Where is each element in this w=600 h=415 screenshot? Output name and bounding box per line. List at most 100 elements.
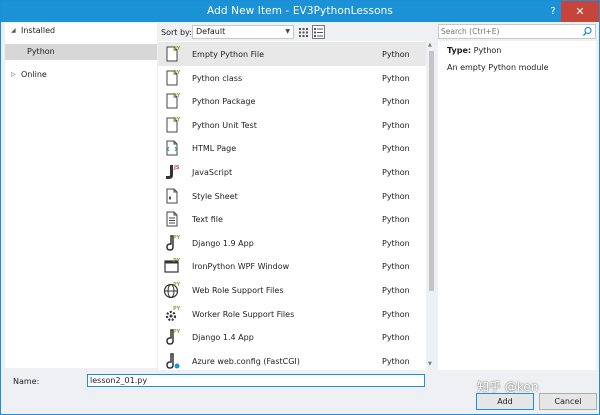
template-type: Python	[382, 73, 410, 83]
sort-by-label: Sort by:	[161, 28, 192, 37]
django-app-icon: PY	[163, 328, 181, 346]
template-list: PY Empty Python File Python PY Python class P…	[158, 41, 426, 370]
template-list-scrollbar[interactable]: ▲ ▼	[427, 41, 436, 370]
svg-text:PY: PY	[173, 306, 181, 312]
template-row[interactable]: PY Django 1.9 App Python	[158, 231, 426, 255]
template-name: HTML Page	[192, 144, 237, 154]
cancel-button[interactable]: Cancel	[539, 393, 597, 410]
template-row[interactable]: PY Django 1.4 App Python	[158, 325, 426, 349]
template-name: Azure web.config (FastCGI)	[192, 356, 300, 366]
search-icon[interactable]	[582, 25, 593, 38]
python-file-icon: PY	[163, 92, 181, 110]
grid-view-icon	[299, 28, 308, 37]
name-label: Name:	[13, 377, 40, 386]
sort-by-value: Default	[196, 27, 226, 36]
tree-item-label: Online	[21, 70, 47, 79]
template-type: Python	[382, 191, 410, 201]
list-view-icon	[314, 28, 323, 37]
detail-type-value: Python	[473, 46, 502, 55]
template-type: Python	[382, 215, 410, 225]
close-button[interactable]: ✕	[561, 1, 599, 22]
svg-text:PY: PY	[173, 258, 181, 264]
template-name: Style Sheet	[192, 191, 238, 201]
globe-icon: PY	[163, 281, 181, 299]
svg-text:JS: JS	[173, 165, 180, 171]
template-row[interactable]: Text file Python	[158, 207, 426, 231]
template-tree: ◢ Installed Python ▷ Online	[5, 23, 157, 368]
detail-type: Type: Python	[447, 46, 501, 55]
search-input[interactable]	[441, 25, 579, 38]
html-page-icon	[163, 139, 181, 157]
python-file-icon: PY	[163, 45, 181, 63]
template-type: Python	[382, 120, 410, 130]
python-file-icon: PY	[163, 69, 181, 87]
template-name: JavaScript	[192, 168, 233, 177]
dialog-title: Add New Item - EV3PythonLessons	[207, 5, 393, 17]
template-row[interactable]: HTML Page Python	[158, 136, 426, 160]
webconfig-icon	[163, 352, 181, 370]
template-name: Python class	[192, 73, 243, 83]
template-row[interactable]: PY Web Role Support Files Python	[158, 278, 426, 302]
details-panel: Type: Python An empty Python module	[438, 41, 596, 370]
gear-icon: PY	[163, 305, 181, 323]
template-name: Text file	[192, 215, 223, 225]
javascript-file-icon: JS	[163, 163, 181, 181]
list-view-button[interactable]	[312, 25, 325, 39]
expanded-arrow-icon[interactable]: ◢	[11, 23, 16, 39]
template-type: Python	[382, 50, 410, 59]
template-name: Django 1.4 App	[192, 333, 254, 343]
wpf-window-icon: PY	[163, 257, 181, 275]
text-file-icon	[163, 210, 181, 228]
python-file-icon: PY	[163, 116, 181, 134]
svg-text:PY: PY	[173, 117, 181, 123]
template-name: Empty Python File	[192, 50, 264, 59]
template-name: Web Role Support Files	[192, 286, 284, 295]
collapsed-arrow-icon[interactable]: ▷	[11, 67, 16, 83]
template-type: Python	[382, 144, 410, 154]
template-type: Python	[382, 309, 410, 319]
template-name: IronPython WPF Window	[192, 262, 290, 272]
django-app-icon: PY	[163, 234, 181, 252]
title-bar: Add New Item - EV3PythonLessons ? ✕	[1, 1, 599, 22]
detail-description: An empty Python module	[447, 63, 549, 72]
sort-by-dropdown[interactable]: Default ▼	[192, 25, 294, 39]
template-row[interactable]: PY Worker Role Support Files Python	[158, 302, 426, 326]
template-row[interactable]: PY Python Unit Test Python	[158, 113, 426, 137]
add-button[interactable]: Add	[476, 393, 534, 410]
template-row[interactable]: Style Sheet Python	[158, 184, 426, 208]
template-type: Python	[382, 333, 410, 343]
template-type: Python	[382, 168, 410, 177]
template-row[interactable]: Azure web.config (FastCGI) Python	[158, 349, 426, 370]
scroll-thumb[interactable]	[429, 51, 434, 291]
add-new-item-dialog: Add New Item - EV3PythonLessons ? ✕ ◢ In…	[0, 0, 600, 415]
detail-type-label: Type:	[447, 46, 472, 55]
search-box[interactable]	[438, 24, 596, 39]
template-row[interactable]: PY Python class Python	[158, 66, 426, 90]
svg-text:PY: PY	[173, 46, 181, 52]
template-type: Python	[382, 356, 410, 366]
template-row[interactable]: PY Empty Python File Python	[158, 42, 426, 66]
svg-text:PY: PY	[173, 93, 181, 99]
template-row[interactable]: PY Python Package Python	[158, 89, 426, 113]
scroll-down-icon[interactable]: ▼	[428, 361, 432, 367]
stylesheet-icon	[163, 187, 181, 205]
template-type: Python	[382, 238, 410, 248]
chevron-down-icon: ▼	[285, 28, 290, 35]
svg-text:PY: PY	[173, 70, 181, 76]
scroll-up-icon[interactable]: ▲	[428, 42, 432, 48]
grid-view-button[interactable]	[297, 25, 310, 39]
template-row[interactable]: PY IronPython WPF Window Python	[158, 254, 426, 278]
template-type: Python	[382, 262, 410, 272]
template-name: Python Unit Test	[192, 120, 257, 130]
tree-item-installed[interactable]: ◢ Installed	[5, 23, 157, 39]
tree-item-online[interactable]: ▷ Online	[5, 67, 157, 83]
tree-item-python[interactable]: Python	[5, 44, 157, 60]
svg-text:PY: PY	[173, 282, 181, 288]
template-row[interactable]: JS JavaScript Python	[158, 160, 426, 184]
template-name: Django 1.9 App	[192, 238, 254, 248]
template-type: Python	[382, 97, 410, 107]
template-name: Worker Role Support Files	[192, 309, 295, 319]
tree-item-label: Installed	[21, 26, 56, 35]
name-input[interactable]	[87, 374, 425, 387]
template-name: Python Package	[192, 97, 256, 107]
